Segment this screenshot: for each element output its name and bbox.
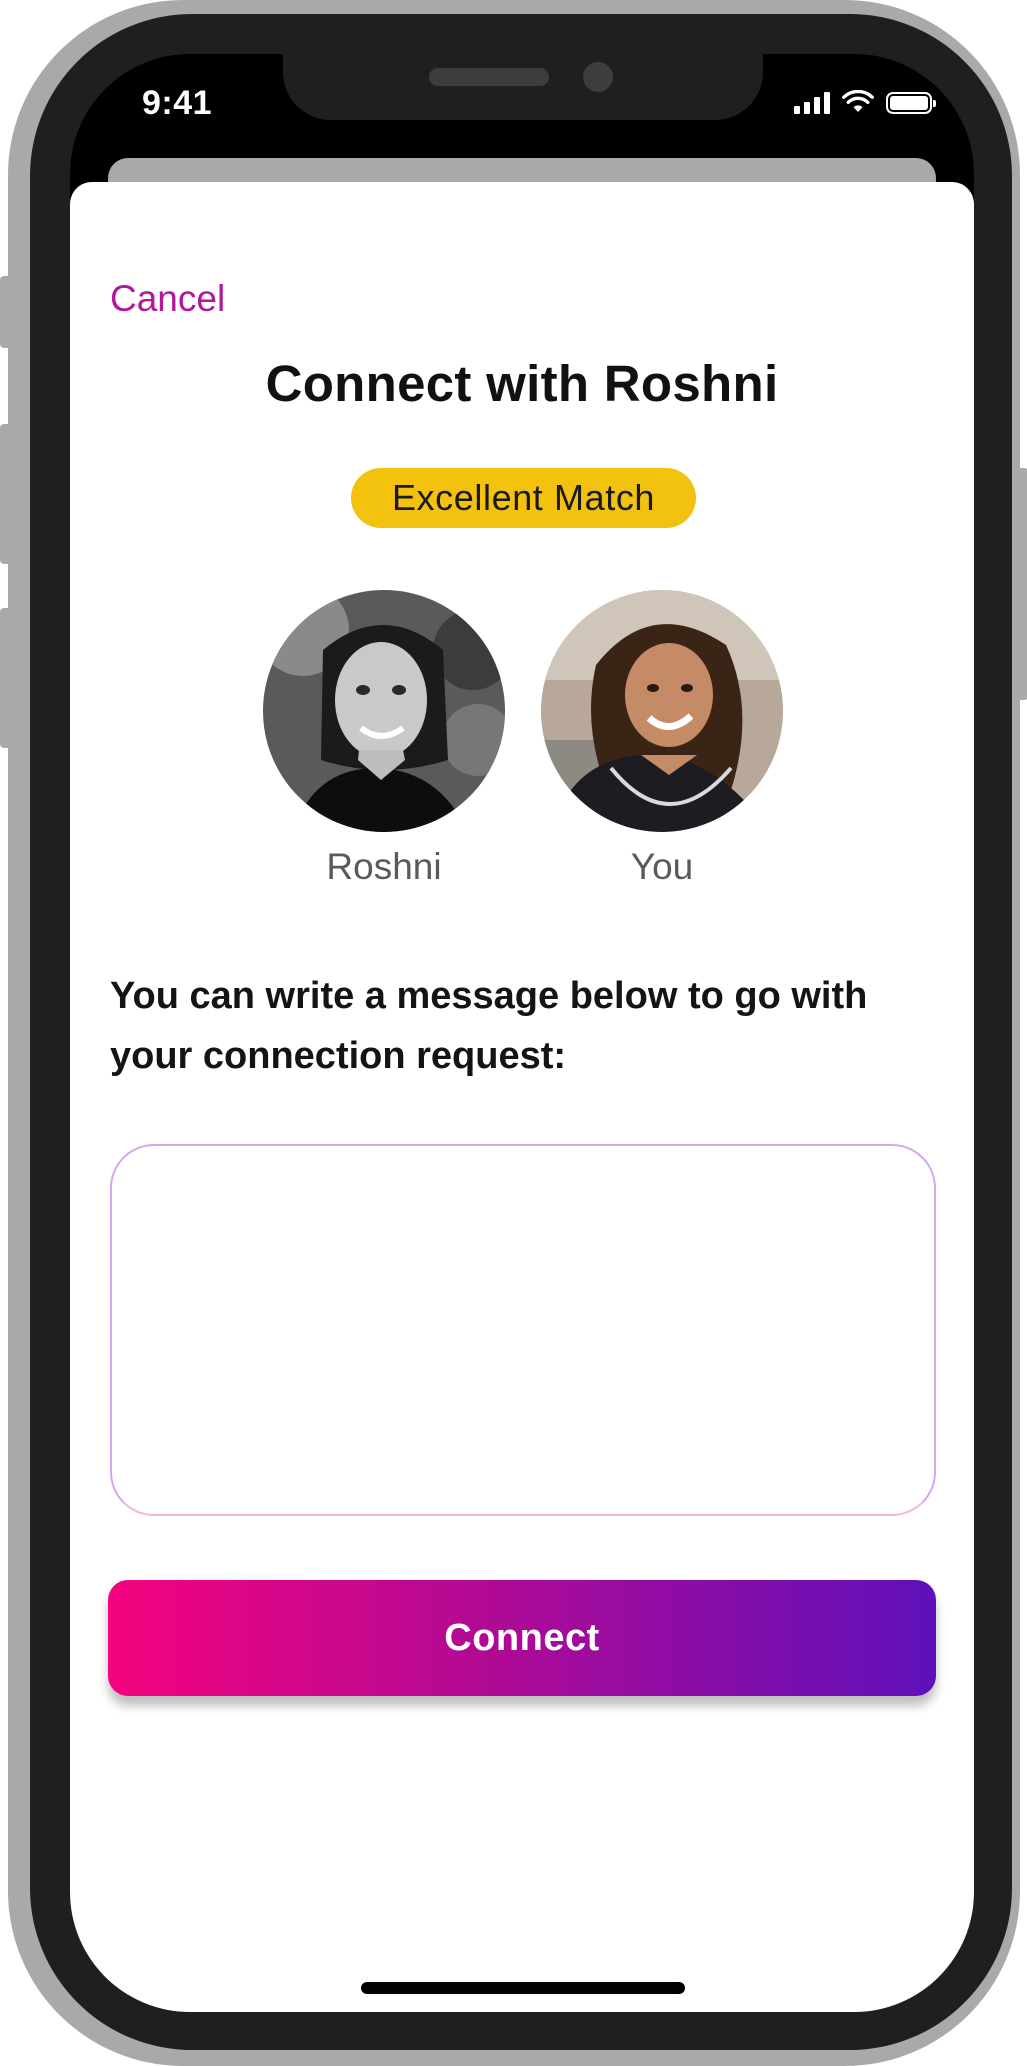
message-input[interactable] — [110, 1144, 936, 1516]
avatar-label-you: You — [630, 846, 694, 887]
battery-icon — [886, 92, 936, 114]
cellular-signal-icon — [794, 90, 830, 114]
avatar-roshni — [263, 590, 505, 832]
volume-down-button — [0, 608, 12, 748]
phone-frame: 9:41 Cancel Connect with Roshni Excellen… — [0, 0, 1027, 2066]
speaker-grille — [429, 68, 549, 86]
connect-button[interactable]: Connect — [108, 1580, 936, 1696]
status-time: 9:41 — [142, 84, 213, 122]
match-badge: Excellent Match — [351, 468, 696, 528]
modal-title: Connect with Roshni — [265, 355, 779, 412]
phone-screen: 9:41 Cancel Connect with Roshni Excellen… — [70, 54, 974, 2012]
user-photo — [541, 590, 783, 832]
home-indicator[interactable] — [361, 1982, 685, 1994]
avatar-you — [541, 590, 783, 832]
status-icons — [794, 90, 936, 114]
volume-up-button — [0, 424, 12, 564]
connect-modal-sheet: Cancel Connect with Roshni Excellent Mat… — [70, 182, 974, 2012]
front-camera — [583, 62, 613, 92]
avatar-label-roshni: Roshni — [326, 846, 442, 887]
wifi-icon — [842, 90, 874, 112]
phone-bezel: 9:41 Cancel Connect with Roshni Excellen… — [30, 14, 1012, 2050]
roshni-photo — [263, 590, 505, 832]
cancel-button[interactable]: Cancel — [110, 278, 225, 320]
power-button — [1016, 468, 1027, 700]
message-prompt: You can write a message below to go with… — [110, 975, 868, 1077]
silent-switch — [0, 276, 12, 348]
notch — [283, 54, 763, 120]
